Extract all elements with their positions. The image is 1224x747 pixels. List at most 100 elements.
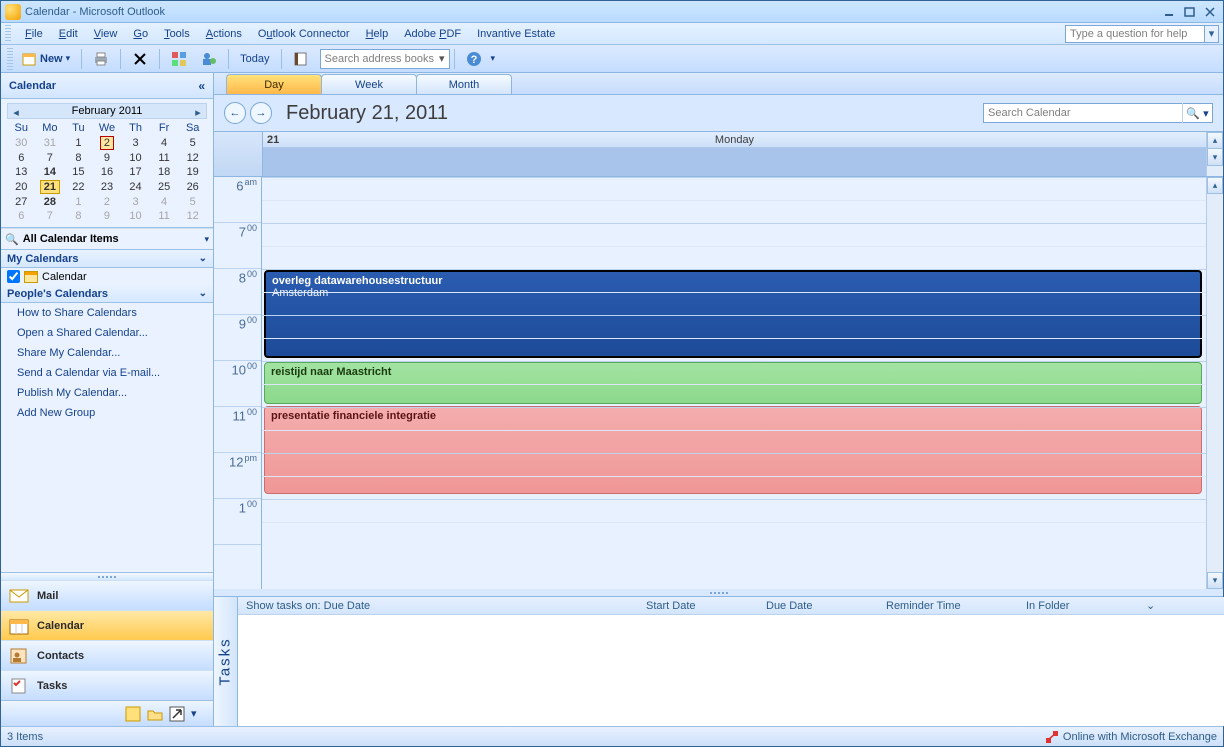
address-book-button[interactable]	[286, 48, 316, 70]
close-button[interactable]	[1201, 5, 1219, 19]
peoples-calendars-header[interactable]: People's Calendars⌄	[1, 285, 213, 303]
mini-cal-day[interactable]: 31	[36, 135, 65, 151]
mini-cal-day[interactable]: 24	[121, 179, 150, 195]
time-grid[interactable]: 6am7008009001000110012pm100 overleg data…	[214, 177, 1223, 589]
mini-cal-day[interactable]: 28	[36, 195, 65, 209]
nav-mail-button[interactable]: Mail	[1, 580, 213, 610]
prev-day-button[interactable]: ←	[224, 102, 246, 124]
mini-cal-day[interactable]: 3	[121, 135, 150, 151]
link-add-new-group[interactable]: Add New Group	[17, 407, 197, 419]
mini-cal-day[interactable]: 4	[150, 195, 179, 209]
menu-connector[interactable]: Outlook Connector	[250, 26, 358, 42]
calendar-checkbox[interactable]	[7, 270, 20, 283]
notes-icon[interactable]	[125, 706, 141, 722]
mini-cal-day[interactable]: 19	[178, 165, 207, 179]
mini-cal-day[interactable]: 14	[36, 165, 65, 179]
menu-view[interactable]: View	[86, 26, 126, 42]
mini-cal-day[interactable]: 25	[150, 179, 179, 195]
link-share-my-cal[interactable]: Share My Calendar...	[17, 347, 197, 359]
folder-list-icon[interactable]	[147, 706, 163, 722]
mini-cal-day[interactable]: 13	[7, 165, 36, 179]
vertical-scrollbar[interactable]: ▴ ▾	[1206, 177, 1223, 589]
mini-cal-day[interactable]: 20	[7, 179, 36, 195]
tab-month[interactable]: Month	[416, 74, 512, 94]
mini-cal-day[interactable]: 18	[150, 165, 179, 179]
scroll-prev-apt[interactable]: ▴	[1207, 132, 1223, 149]
menu-help[interactable]: Help	[358, 26, 397, 42]
new-button[interactable]: New▾	[15, 48, 77, 70]
nav-calendar-button[interactable]: Calendar	[1, 610, 213, 640]
permissions-button[interactable]	[194, 48, 224, 70]
mini-cal-day[interactable]: 3	[121, 195, 150, 209]
mini-cal-day[interactable]: 8	[64, 209, 93, 223]
menu-adobe[interactable]: Adobe PDF	[396, 26, 469, 42]
mini-cal-day[interactable]: 16	[93, 165, 122, 179]
nav-contacts-button[interactable]: Contacts	[1, 640, 213, 670]
link-publish[interactable]: Publish My Calendar...	[17, 387, 197, 399]
help-button[interactable]: ?	[459, 48, 489, 70]
my-calendars-header[interactable]: My Calendars⌄	[1, 250, 213, 268]
mini-cal-day[interactable]: 23	[93, 179, 122, 195]
tasks-tab[interactable]: Tasks	[214, 597, 238, 726]
minimize-button[interactable]	[1161, 5, 1179, 19]
allday-row[interactable]: 21Monday ▴▾	[214, 131, 1223, 177]
nav-splitter[interactable]	[1, 572, 213, 580]
mini-cal-day[interactable]: 17	[121, 165, 150, 179]
mini-cal-day[interactable]: 6	[7, 209, 36, 223]
mini-cal-day[interactable]: 10	[121, 209, 150, 223]
mini-cal-day[interactable]: 26	[178, 179, 207, 195]
scroll-down-button[interactable]: ▾	[1207, 572, 1223, 589]
mini-cal-day[interactable]: 8	[64, 151, 93, 165]
menu-file[interactable]: File	[17, 26, 51, 42]
mini-cal-day[interactable]: 5	[178, 135, 207, 151]
mini-cal-day[interactable]: 2	[93, 135, 122, 151]
mini-cal-day[interactable]: 6	[7, 151, 36, 165]
toolbar-grip[interactable]	[7, 48, 13, 70]
prev-month-button[interactable]: ◂	[8, 104, 24, 120]
tasks-header[interactable]: Show tasks on: Due Date Start Date Due D…	[238, 597, 1224, 615]
address-search-input[interactable]: Search address books▾	[320, 49, 450, 69]
mini-cal-day[interactable]: 9	[93, 209, 122, 223]
menu-go[interactable]: Go	[125, 26, 156, 42]
help-search-dropdown[interactable]: ▾	[1205, 25, 1219, 43]
mini-cal-day[interactable]: 27	[7, 195, 36, 209]
calendar-search-input[interactable]: Search Calendar 🔍 ▾	[983, 103, 1213, 123]
collapse-nav-button[interactable]: «	[198, 79, 205, 93]
mini-cal-day[interactable]: 15	[64, 165, 93, 179]
next-day-button[interactable]: →	[250, 102, 272, 124]
menubar-grip[interactable]	[5, 25, 11, 43]
delete-button[interactable]	[125, 48, 155, 70]
mini-cal-day[interactable]: 2	[93, 195, 122, 209]
next-month-button[interactable]: ▸	[190, 104, 206, 120]
tab-day[interactable]: Day	[226, 74, 322, 94]
month-label[interactable]: February 2011	[72, 105, 143, 117]
tab-week[interactable]: Week	[321, 74, 417, 94]
nav-tasks-button[interactable]: Tasks	[1, 670, 213, 700]
today-button[interactable]: Today	[233, 48, 276, 70]
mini-cal-day[interactable]: 30	[7, 135, 36, 151]
mini-cal-day[interactable]: 4	[150, 135, 179, 151]
mini-cal-day[interactable]: 11	[150, 151, 179, 165]
tasks-list[interactable]	[238, 615, 1224, 726]
all-calendar-items-dropdown[interactable]: 🔍 All Calendar Items ▾	[1, 228, 213, 250]
mini-cal-day[interactable]: 7	[36, 151, 65, 165]
scroll-up-button[interactable]: ▴	[1207, 177, 1223, 194]
mini-cal-day[interactable]: 5	[178, 195, 207, 209]
mini-cal-day[interactable]: 7	[36, 209, 65, 223]
print-button[interactable]	[86, 48, 116, 70]
day-area[interactable]: overleg datawarehousestructuur Amsterdam…	[262, 177, 1206, 589]
maximize-button[interactable]	[1181, 5, 1199, 19]
menu-edit[interactable]: Edit	[51, 26, 86, 42]
link-open-shared[interactable]: Open a Shared Calendar...	[17, 327, 197, 339]
mini-cal-day[interactable]: 11	[150, 209, 179, 223]
mini-cal-day[interactable]: 21	[36, 179, 65, 195]
scroll-next-apt[interactable]: ▾	[1207, 149, 1223, 166]
menu-actions[interactable]: Actions	[198, 26, 250, 42]
mini-cal-day[interactable]: 12	[178, 209, 207, 223]
appointment-1[interactable]: overleg datawarehousestructuur Amsterdam	[264, 270, 1202, 358]
categorize-button[interactable]	[164, 48, 194, 70]
mini-cal-day[interactable]: 9	[93, 151, 122, 165]
menu-invantive[interactable]: Invantive Estate	[469, 26, 563, 42]
shortcuts-icon[interactable]	[169, 706, 185, 722]
tasks-expand-icon[interactable]: ⌄	[1146, 599, 1224, 612]
